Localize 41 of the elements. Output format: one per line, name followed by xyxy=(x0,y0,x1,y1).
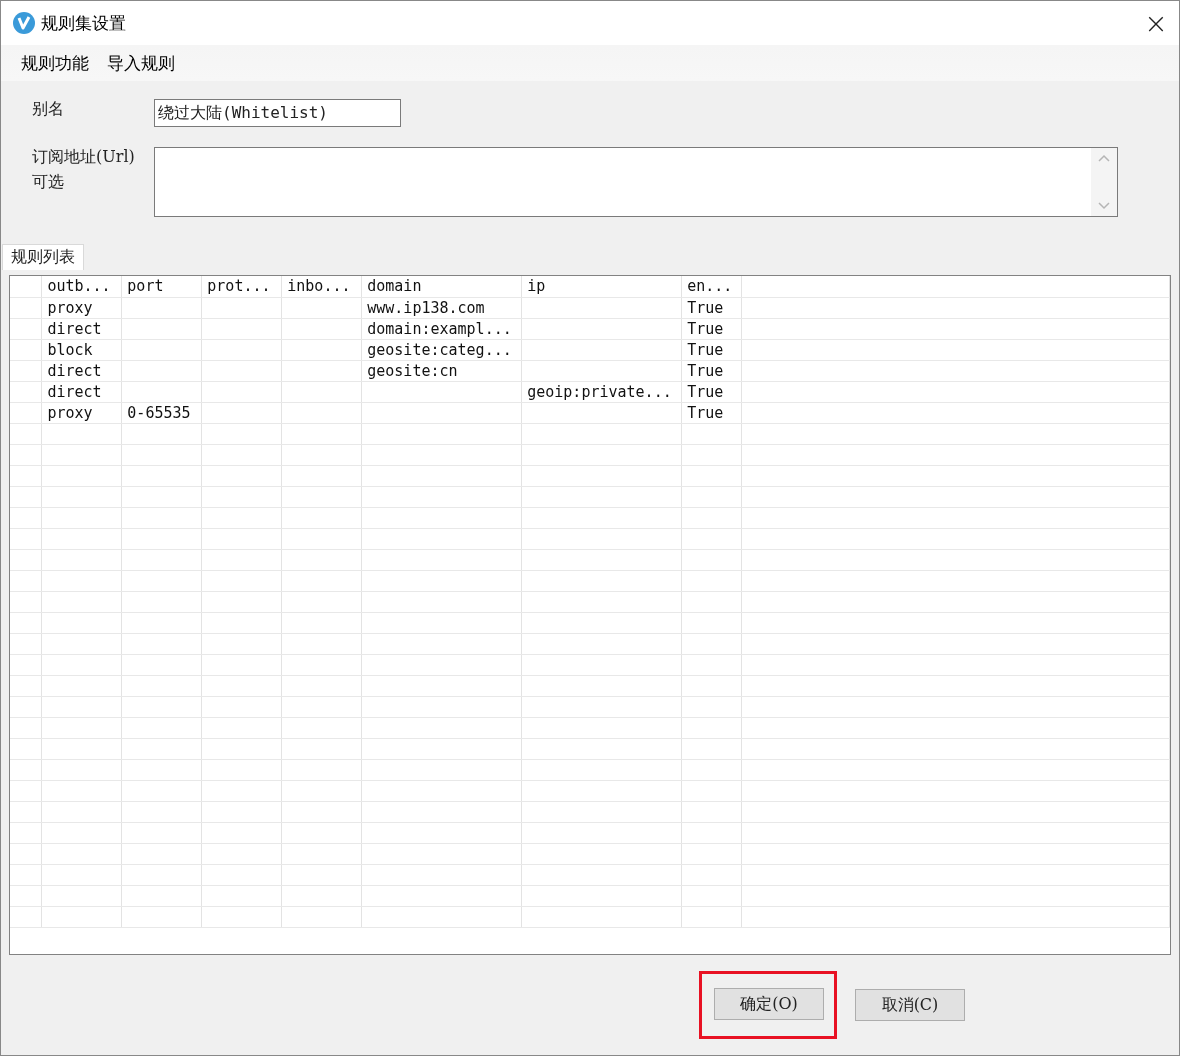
alias-label: 别名 xyxy=(32,99,65,120)
tab[interactable]: 规则列表 xyxy=(2,244,84,270)
table-cell: direct xyxy=(41,360,122,381)
column-header[interactable]: ip xyxy=(521,276,682,297)
column-header[interactable]: port xyxy=(121,276,202,297)
column-header[interactable]: domain xyxy=(361,276,522,297)
table-cell: geosite:categ... xyxy=(361,339,522,360)
column-header[interactable]: prot... xyxy=(201,276,282,297)
url-label: 订阅地址(Url) xyxy=(32,147,136,168)
close-button[interactable]: × xyxy=(1133,1,1179,45)
table-cell: True xyxy=(681,381,742,402)
column-header[interactable]: inbo... xyxy=(281,276,362,297)
scroll-up-icon[interactable] xyxy=(1098,154,1110,162)
column-header[interactable]: en... xyxy=(681,276,742,297)
table-cell: domain:exampl... xyxy=(361,318,522,339)
dialog-button[interactable]: 确定(O) xyxy=(714,988,824,1020)
table-cell: block xyxy=(41,339,122,360)
table-cell: www.ip138.com xyxy=(361,297,522,318)
menu-item[interactable]: 规则功能 xyxy=(13,47,97,79)
table-cell: True xyxy=(681,318,742,339)
dialog-button[interactable]: 取消(C) xyxy=(855,989,965,1021)
table-cell: 0-65535 xyxy=(121,402,202,423)
table-cell: direct xyxy=(41,381,122,402)
menu-item[interactable]: 导入规则 xyxy=(99,47,183,79)
table-cell: geosite:cn xyxy=(361,360,522,381)
app-logo-icon xyxy=(13,12,35,34)
table-cell: True xyxy=(681,339,742,360)
table-cell: proxy xyxy=(41,402,122,423)
alias-field[interactable]: 绕过大陆(Whitelist) xyxy=(154,99,401,127)
scroll-down-icon[interactable] xyxy=(1098,202,1110,210)
window-title: 规则集设置 xyxy=(41,11,127,35)
table-cell: True xyxy=(681,360,742,381)
table-cell: geoip:private... xyxy=(521,381,682,402)
table-cell: True xyxy=(681,402,742,423)
optional-hint: 可选 xyxy=(32,172,65,193)
column-header[interactable]: outb... xyxy=(41,276,122,297)
scrollbar[interactable] xyxy=(1091,148,1117,216)
table-cell: True xyxy=(681,297,742,318)
table-cell: proxy xyxy=(41,297,122,318)
table-cell: direct xyxy=(41,318,122,339)
url-field[interactable] xyxy=(154,147,1118,217)
